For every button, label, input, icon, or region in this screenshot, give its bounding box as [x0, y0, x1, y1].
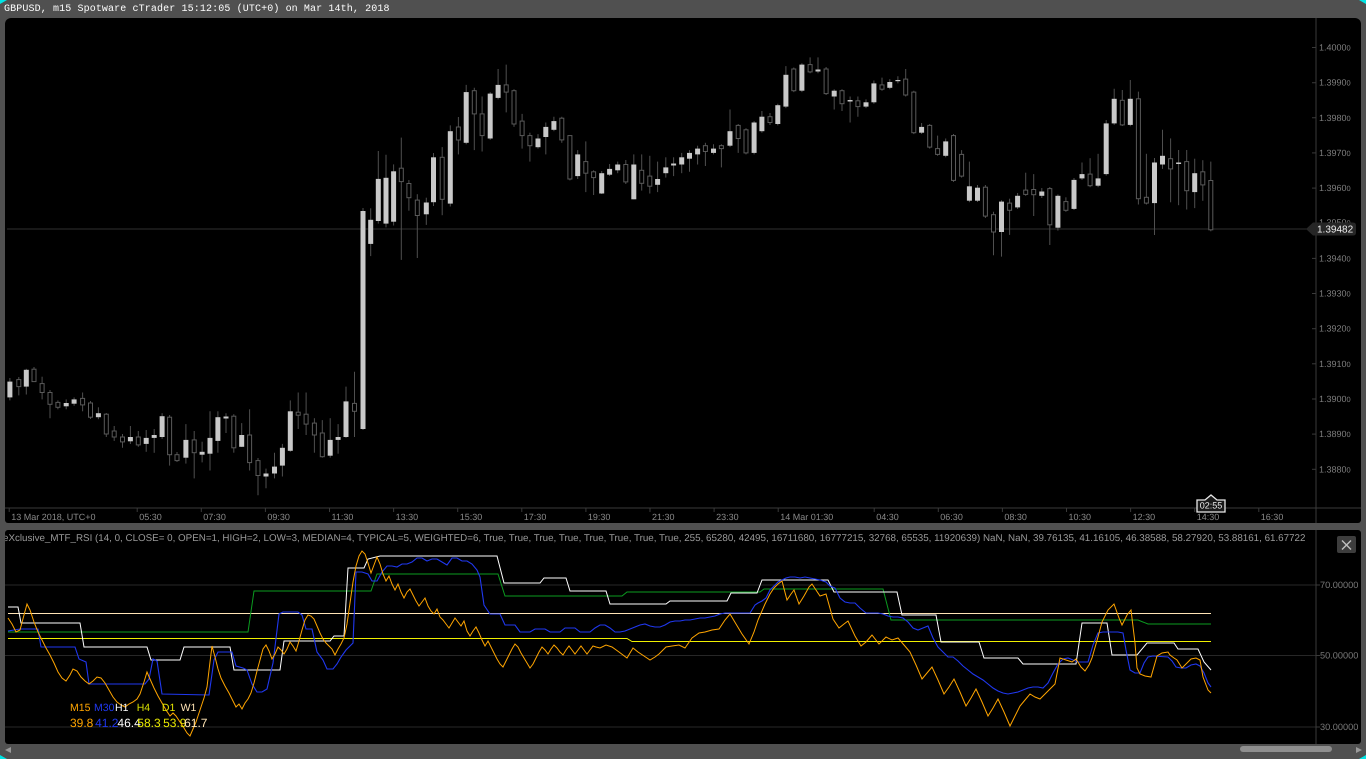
svg-text:04:30: 04:30: [876, 512, 899, 522]
svg-text:19:30: 19:30: [588, 512, 611, 522]
svg-text:1.40000: 1.40000: [1319, 43, 1351, 53]
svg-text:15:30: 15:30: [460, 512, 483, 522]
svg-text:1.39100: 1.39100: [1319, 359, 1351, 369]
svg-text:14:30: 14:30: [1197, 512, 1220, 522]
svg-text:17:30: 17:30: [524, 512, 547, 522]
svg-text:23:30: 23:30: [716, 512, 739, 522]
svg-text:1.38800: 1.38800: [1319, 464, 1351, 474]
svg-text:09:30: 09:30: [267, 512, 290, 522]
svg-text:H4: H4: [137, 702, 151, 714]
svg-text:39.8: 39.8: [70, 716, 94, 730]
svg-text:70.00000: 70.00000: [1320, 580, 1358, 590]
svg-text:H1: H1: [115, 702, 129, 714]
svg-text:M15: M15: [70, 702, 91, 714]
svg-text:1.39300: 1.39300: [1319, 289, 1351, 299]
svg-text:08:30: 08:30: [1004, 512, 1027, 522]
svg-text:1.39400: 1.39400: [1319, 253, 1351, 263]
svg-text:D1: D1: [162, 702, 176, 714]
svg-text:1.39900: 1.39900: [1319, 78, 1351, 88]
svg-text:1.39700: 1.39700: [1319, 148, 1351, 158]
svg-text:1.39800: 1.39800: [1319, 113, 1351, 123]
svg-text:13:30: 13:30: [396, 512, 419, 522]
svg-text:11:30: 11:30: [332, 512, 354, 522]
svg-text:1.39482: 1.39482: [1317, 225, 1354, 236]
svg-text:61.7: 61.7: [184, 716, 208, 730]
svg-text:eXclusive_MTF_RSI (14, 0, CLOS: eXclusive_MTF_RSI (14, 0, CLOSE= 0, OPEN…: [5, 533, 1305, 544]
svg-text:02:55: 02:55: [1200, 501, 1223, 511]
svg-text:50.00000: 50.00000: [1320, 651, 1358, 661]
svg-text:10:30: 10:30: [1069, 512, 1092, 522]
svg-text:30.00000: 30.00000: [1320, 722, 1358, 732]
svg-text:W1: W1: [181, 702, 197, 714]
svg-text:12:30: 12:30: [1133, 512, 1156, 522]
svg-text:16:30: 16:30: [1261, 512, 1284, 522]
svg-text:13 Mar 2018, UTC+0: 13 Mar 2018, UTC+0: [11, 512, 95, 522]
svg-text:06:30: 06:30: [940, 512, 963, 522]
svg-text:M30: M30: [94, 702, 115, 714]
svg-text:1.38900: 1.38900: [1319, 429, 1351, 439]
svg-text:1.39000: 1.39000: [1319, 394, 1351, 404]
svg-text:05:30: 05:30: [139, 512, 162, 522]
svg-text:58.3: 58.3: [137, 716, 161, 730]
svg-text:1.39600: 1.39600: [1319, 183, 1351, 193]
svg-text:14 Mar 01:30: 14 Mar 01:30: [780, 512, 833, 522]
svg-text:41.2: 41.2: [95, 716, 119, 730]
svg-text:1.39200: 1.39200: [1319, 324, 1351, 334]
svg-text:07:30: 07:30: [203, 512, 226, 522]
svg-text:21:30: 21:30: [652, 512, 675, 522]
